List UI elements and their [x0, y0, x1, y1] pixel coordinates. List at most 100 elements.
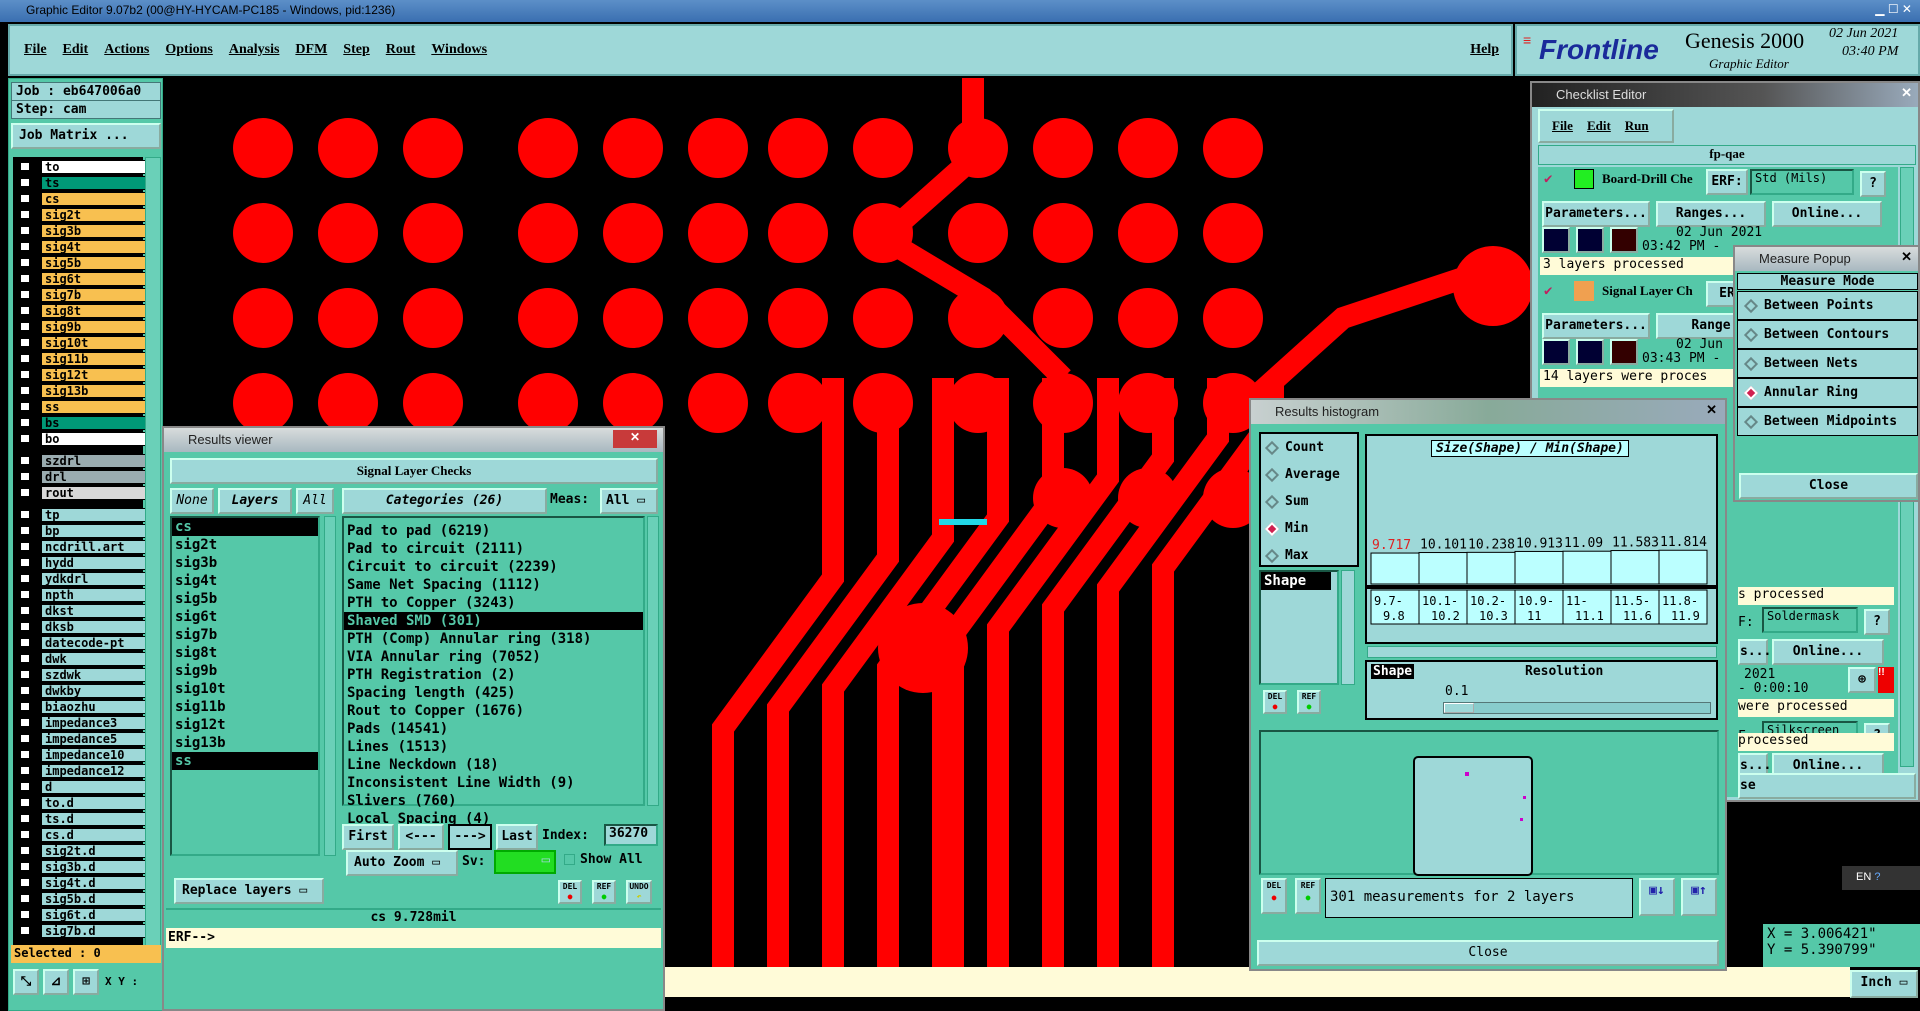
layer-row[interactable]: szdrl	[13, 453, 161, 468]
run-stop-icon[interactable]	[1610, 339, 1638, 365]
category-scrollbar[interactable]	[647, 516, 659, 806]
histogram-scrollbar[interactable]	[1367, 646, 1717, 658]
menu-rout[interactable]: Rout	[386, 42, 416, 58]
undo-button[interactable]: UNDO ↶	[626, 880, 652, 904]
layer-row[interactable]: sig4t	[13, 239, 161, 254]
layer-row[interactable]: d	[13, 779, 161, 794]
layer-name[interactable]: cs	[41, 191, 161, 206]
erf-value[interactable]: Soldermask	[1762, 607, 1858, 633]
histogram-bar[interactable]	[1562, 550, 1612, 585]
layer-checkbox[interactable]	[19, 685, 31, 696]
close-icon[interactable]: ✕	[1706, 402, 1717, 418]
first-button[interactable]: First	[342, 824, 394, 850]
layer-checkbox[interactable]	[19, 369, 31, 380]
measure-close-button[interactable]: Close	[1739, 473, 1918, 499]
menu-file[interactable]: File	[24, 42, 47, 58]
units-dropdown[interactable]: Inch ▭	[1850, 970, 1918, 998]
layer-checkbox[interactable]	[19, 861, 31, 872]
export-up-icon[interactable]: ▣↑	[1681, 878, 1717, 916]
layer-row[interactable]: bo	[13, 431, 161, 446]
layer-row[interactable]: cs	[13, 191, 161, 206]
checklist-menu-run[interactable]: Run	[1625, 118, 1649, 134]
category-item[interactable]: PTH (Comp) Annular ring (318)	[344, 630, 643, 648]
layer-row[interactable]: impedance12	[13, 763, 161, 778]
online-button[interactable]: Online...	[1772, 639, 1884, 665]
layer-row[interactable]: impedance10	[13, 747, 161, 762]
layer-row[interactable]: bp	[13, 523, 161, 538]
histogram-close-button[interactable]: Close	[1257, 940, 1719, 966]
layer-row[interactable]: ncdrill.art	[13, 539, 161, 554]
aggregation-option[interactable]: Average	[1264, 461, 1357, 488]
result-layer-item[interactable]: sig6t	[172, 608, 318, 626]
layer-checkbox[interactable]	[19, 605, 31, 616]
menu-step[interactable]: Step	[343, 42, 369, 58]
histogram-bar[interactable]	[1466, 551, 1516, 585]
result-layer-item[interactable]: sig9b	[172, 662, 318, 680]
layer-checkbox[interactable]	[19, 509, 31, 520]
layer-name[interactable]: sig4t.d	[41, 875, 161, 890]
zoom-icon[interactable]: ⊕	[1848, 667, 1876, 693]
layer-name[interactable]: dkst	[41, 603, 161, 618]
layer-checkbox[interactable]	[19, 797, 31, 808]
layer-checkbox[interactable]	[19, 193, 31, 204]
layer-row[interactable]: sig5b	[13, 255, 161, 270]
measure-mode-option[interactable]: Annular Ring	[1737, 378, 1918, 407]
aggregation-option[interactable]: Sum	[1264, 488, 1357, 515]
layer-name[interactable]: hydd	[41, 555, 161, 570]
menu-analysis[interactable]: Analysis	[229, 42, 280, 58]
layer-checkbox[interactable]	[19, 487, 31, 498]
layer-checkbox[interactable]	[19, 161, 31, 172]
result-layer-item[interactable]: sig8t	[172, 644, 318, 662]
layer-row[interactable]: ss	[13, 399, 161, 414]
histogram-bar[interactable]	[1658, 549, 1708, 585]
category-item[interactable]: Slivers (760)	[344, 792, 643, 810]
layer-name[interactable]: impedance5	[41, 731, 161, 746]
layer-row[interactable]: datecode-pt	[13, 635, 161, 650]
close-icon[interactable]: ✕	[613, 430, 657, 448]
help-button[interactable]: ?	[1864, 609, 1890, 635]
layer-checkbox[interactable]	[19, 321, 31, 332]
layer-checkbox[interactable]	[19, 669, 31, 680]
category-item[interactable]: Rout to Copper (1676)	[344, 702, 643, 720]
category-item[interactable]: PTH to Copper (3243)	[344, 594, 643, 612]
layer-name[interactable]: to.d	[41, 795, 161, 810]
aggregation-option[interactable]: Min	[1264, 515, 1357, 542]
layer-name[interactable]: impedance3	[41, 715, 161, 730]
grid-icon[interactable]: ⊞	[73, 969, 99, 995]
run-icon[interactable]	[1542, 227, 1570, 253]
layer-checkbox[interactable]	[19, 765, 31, 776]
histogram-titlebar[interactable]: Results histogram	[1251, 400, 1725, 424]
layer-list-scrollbar[interactable]	[145, 157, 161, 957]
attribute-list[interactable]: Shape	[1259, 570, 1339, 685]
layer-name[interactable]: impedance10	[41, 747, 161, 762]
layer-name[interactable]: bs	[41, 415, 161, 430]
measure-mode-option[interactable]: Between Nets	[1737, 349, 1918, 378]
layer-name[interactable]: ts.d	[41, 811, 161, 826]
layer-name[interactable]: bo	[41, 431, 161, 446]
category-item[interactable]: Circuit to circuit (2239)	[344, 558, 643, 576]
result-layer-item[interactable]: sig11b	[172, 698, 318, 716]
results-viewer-titlebar[interactable]: Results viewer	[164, 428, 663, 452]
layer-checkbox[interactable]	[19, 385, 31, 396]
layer-name[interactable]: bp	[41, 523, 161, 538]
online-button[interactable]: Online...	[1772, 201, 1882, 227]
layer-list-scrollbar[interactable]	[324, 516, 336, 856]
layer-checkbox[interactable]	[19, 541, 31, 552]
layer-checkbox[interactable]	[19, 845, 31, 856]
ranges-button[interactable]: s...	[1738, 639, 1771, 665]
result-layer-item[interactable]: sig13b	[172, 734, 318, 752]
layer-row[interactable]: dkst	[13, 603, 161, 618]
result-layer-item[interactable]: cs	[172, 518, 318, 536]
layer-row[interactable]: to	[13, 159, 161, 174]
menu-actions[interactable]: Actions	[104, 42, 149, 58]
layer-checkbox[interactable]	[19, 417, 31, 428]
layer-name[interactable]: drl	[41, 469, 161, 484]
category-item[interactable]: Shaved SMD (301)	[344, 612, 643, 630]
layer-name[interactable]: sig9b	[41, 319, 161, 334]
layer-name[interactable]: sig4t	[41, 239, 161, 254]
erf-value[interactable]: Std (Mils)	[1750, 169, 1854, 195]
measure-mode-option[interactable]: Between Points	[1737, 291, 1918, 320]
layer-name[interactable]: sig2t.d	[41, 843, 161, 858]
layer-checkbox[interactable]	[19, 813, 31, 824]
layer-checkbox[interactable]	[19, 455, 31, 466]
